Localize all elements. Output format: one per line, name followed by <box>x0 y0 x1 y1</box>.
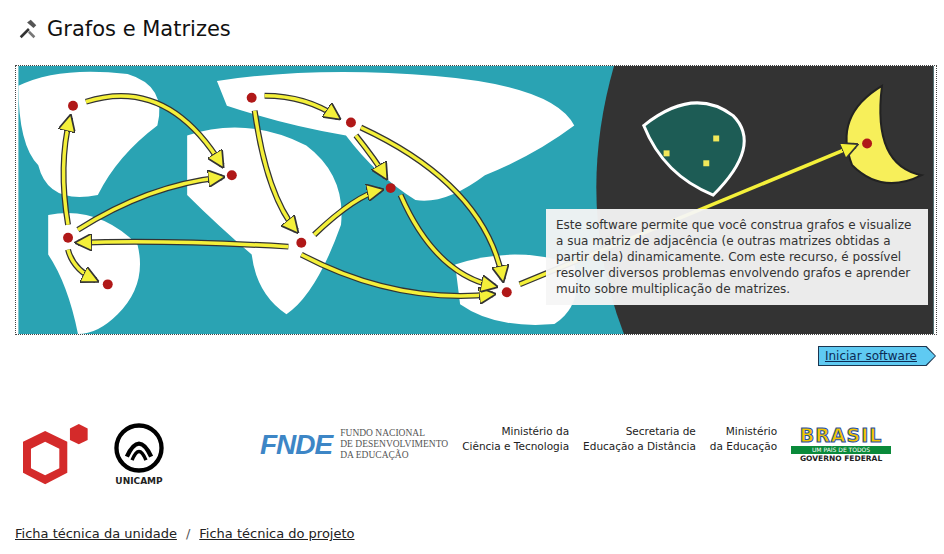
graph-edge-outline <box>356 135 386 177</box>
graph-edge <box>64 118 70 225</box>
graph-edge <box>255 111 297 231</box>
graph-node <box>247 93 257 103</box>
graph-edge-outline <box>314 190 381 235</box>
button-row: Iniciar software <box>0 335 944 366</box>
m-logo-icon <box>14 424 94 486</box>
graph-edge <box>86 96 222 165</box>
graph-edge-outline <box>78 177 222 230</box>
graph-edge <box>401 195 495 286</box>
footer-link[interactable]: Ficha técnica da unidade <box>15 526 177 541</box>
graph-edge <box>78 242 288 247</box>
tools-icon <box>17 18 39 40</box>
graph-node <box>68 101 78 111</box>
banner: Este software permite que você construa … <box>15 65 937 335</box>
graph-node <box>386 183 396 193</box>
graph-node <box>346 118 356 128</box>
graph-edge-outline <box>78 242 288 247</box>
header: Grafos e Matrizes <box>0 0 944 44</box>
graph-edge <box>265 96 338 118</box>
graph-edge <box>314 190 381 235</box>
graph-edge <box>361 128 503 280</box>
unicamp-icon <box>113 422 165 474</box>
continents <box>18 72 576 334</box>
graph-node <box>502 287 512 297</box>
graph-edge-outline <box>86 96 222 165</box>
ministry-logo: Secretaria deEducação a Distância <box>583 424 696 454</box>
graph-node <box>296 238 306 248</box>
graph-edge-outline <box>68 250 96 281</box>
page-title: Grafos e Matrizes <box>47 17 231 41</box>
graph-edge-outline <box>361 128 503 280</box>
graph-edge <box>78 177 222 230</box>
ministry-logo: Ministérioda Educação <box>710 424 777 454</box>
graph-edge-outline <box>401 195 495 286</box>
page: Grafos e Matrizes Este software permite … <box>0 0 944 554</box>
graph-edge-outline <box>64 118 70 225</box>
fnde-logo: FNDE FUNDO NACIONALDE DESENVOLVIMENTODA … <box>260 428 448 461</box>
moon-icon <box>847 86 922 183</box>
graph-edge <box>356 135 386 177</box>
unicamp-logo: UNICAMP <box>108 422 170 486</box>
ship-icon <box>644 103 745 195</box>
footer-link[interactable]: Ficha técnica do projeto <box>199 526 354 541</box>
ministry-logo: Ministério daCiência e Tecnologia <box>462 424 569 454</box>
start-button[interactable]: Iniciar software <box>818 346 936 366</box>
graph-edge-outline <box>265 96 338 118</box>
footer-separator: / <box>186 526 190 541</box>
graph-node <box>227 170 237 180</box>
logos-row: UNICAMP FNDE FUNDO NACIONALDE DESENVOLVI… <box>0 422 944 486</box>
footer: Ficha técnica da unidade / Ficha técnica… <box>15 526 355 541</box>
graph-node <box>862 138 872 148</box>
graph-node <box>63 233 73 243</box>
banner-description: Este software permite que você construa … <box>546 209 928 305</box>
brasil-logo: BRASIL UM PAÍS DE TODOS GOVERNO FEDERAL <box>791 424 891 464</box>
graph-node <box>103 279 113 289</box>
graph-edge <box>68 250 96 281</box>
graph-edge-outline <box>255 111 297 231</box>
